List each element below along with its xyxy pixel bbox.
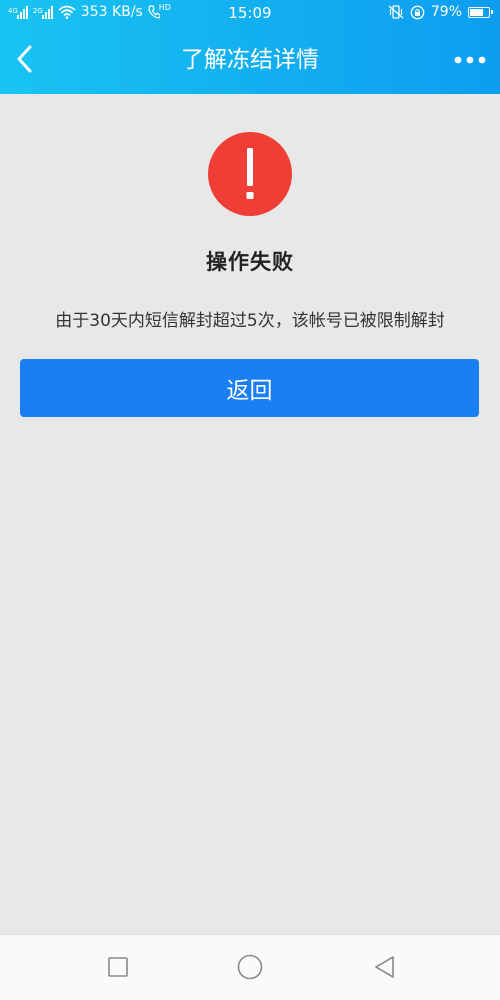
home-button[interactable] (235, 952, 265, 982)
page-title: 了解冻结详情 (181, 47, 319, 73)
battery-level-fill (470, 8, 484, 16)
system-nav-bar (0, 934, 500, 1000)
rotation-lock-icon (410, 5, 425, 19)
recent-apps-button[interactable] (103, 952, 133, 982)
status-right: 79% (388, 4, 493, 20)
more-dots-icon (454, 56, 486, 64)
status-bar: 4G 2G 353 KB/s HD 15:09 79% (0, 0, 500, 26)
battery-percent: 79% (430, 4, 462, 20)
triangle-back-icon (375, 956, 394, 978)
return-button[interactable]: 返回 (20, 359, 479, 417)
result-page: 操作失败 由于30天内短信解封超过5次，该帐号已被限制解封 返回 (0, 94, 500, 934)
header: 4G 2G 353 KB/s HD 15:09 79% 了解冻结详情 (0, 0, 500, 94)
result-description: 由于30天内短信解封超过5次，该帐号已被限制解封 (55, 311, 445, 331)
exclamation-circle-icon (208, 132, 292, 216)
square-icon (108, 957, 128, 977)
nav-bar: 了解冻结详情 (0, 26, 500, 94)
more-options-button[interactable] (448, 40, 492, 80)
result-title: 操作失败 (206, 250, 294, 274)
battery-icon (468, 6, 493, 18)
circle-icon (237, 954, 263, 980)
vibrate-icon (388, 5, 404, 19)
system-back-button[interactable] (369, 952, 399, 982)
